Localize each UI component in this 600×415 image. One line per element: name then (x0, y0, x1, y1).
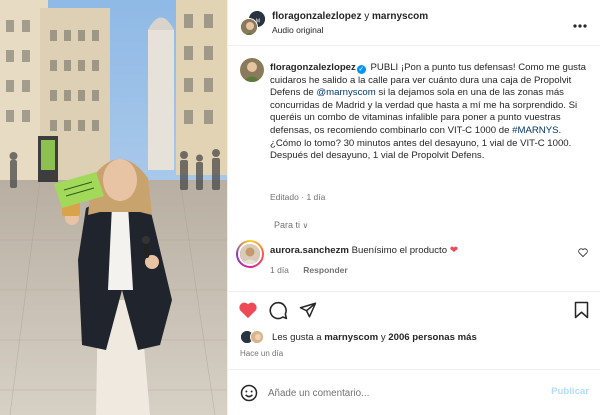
likes-prefix: Les gusta a (272, 332, 322, 343)
comment-input[interactable] (268, 384, 538, 402)
liker-avatar-2 (250, 330, 264, 344)
caption-username[interactable]: floragonzalezlopez (270, 62, 356, 73)
heart-filled-icon (239, 302, 257, 319)
comment-avatar[interactable] (236, 240, 264, 268)
post-details-panel: M floragonzalezlopez y marnyscom Audio o… (227, 0, 600, 415)
comment-body: Buenísimo el producto (351, 245, 448, 256)
user-photo-icon (240, 58, 264, 82)
for-you-label: Para ti (274, 220, 301, 230)
verified-badge-icon: ✓ (356, 65, 366, 74)
bookmark-icon (574, 301, 589, 319)
user-photo-icon (241, 19, 257, 35)
edited-label: Editado (270, 192, 299, 202)
header-joiner: y (364, 11, 370, 22)
comment-meta: 1 día Responder (270, 265, 348, 275)
comment-text: aurora.sanchezm Buenísimo el producto ❤ (270, 245, 458, 256)
likes-count[interactable]: 2006 personas más (388, 332, 477, 343)
caption-text: floragonzalezlopez ✓ PUBLI ¡Pon a punto t… (270, 62, 586, 163)
publish-button[interactable]: Publicar (551, 386, 589, 397)
video-frame-illustration (0, 0, 227, 415)
post-header: M floragonzalezlopez y marnyscom Audio o… (228, 0, 600, 46)
share-button[interactable] (299, 301, 317, 322)
more-options-button[interactable] (573, 15, 587, 31)
comment-button[interactable] (269, 301, 288, 323)
caption-time: 1 día (306, 192, 326, 202)
chevron-down-icon: ∨ (302, 221, 309, 230)
meta-dot: · (301, 192, 305, 202)
user-photo-icon (240, 244, 260, 264)
collab-usernames: floragonzalezlopez y marnyscom (272, 11, 428, 22)
instagram-post: M floragonzalezlopez y marnyscom Audio o… (0, 0, 600, 415)
post-video[interactable] (0, 0, 227, 415)
caption-meta: Editado · 1 día (270, 192, 325, 202)
likes-joiner: y (380, 332, 386, 343)
save-button[interactable] (574, 301, 589, 322)
reply-button[interactable]: Responder (303, 265, 347, 275)
like-button[interactable] (238, 301, 258, 322)
caption-avatar[interactable] (240, 58, 264, 82)
header-username-primary[interactable]: floragonzalezlopez (272, 11, 361, 22)
heart-outline-icon (578, 248, 588, 258)
avatar-floragonzalezlopez (240, 18, 258, 36)
likes-user[interactable]: marnyscom (324, 332, 378, 343)
red-heart-emoji-icon: ❤ (449, 245, 459, 256)
audio-label[interactable]: Audio original (272, 25, 324, 35)
comment-username[interactable]: aurora.sanchezm (270, 245, 349, 256)
post-date: Hace un día (240, 349, 284, 358)
more-horizontal-icon (573, 24, 587, 28)
caption-hashtag[interactable]: #MARNYS (512, 125, 558, 136)
emoji-icon (240, 384, 258, 402)
comment-item: aurora.sanchezm Buenísimo el producto ❤ … (236, 240, 590, 280)
emoji-button[interactable] (240, 384, 258, 405)
user-photo-icon (251, 331, 263, 343)
comment-time: 1 día (270, 265, 289, 275)
post-actions-bar (228, 291, 600, 327)
add-comment-bar: Publicar (228, 369, 600, 415)
paper-plane-icon (299, 302, 317, 318)
comment-like-button[interactable] (578, 248, 588, 260)
header-username-secondary[interactable]: marnyscom (372, 11, 428, 22)
likes-text: Les gusta a marnyscom y 2006 personas má… (272, 332, 477, 343)
collab-avatars[interactable]: M (240, 10, 266, 36)
caption-mention[interactable]: @marnyscom (316, 87, 375, 98)
speech-bubble-icon (269, 301, 288, 320)
for-you-dropdown[interactable]: Para ti ∨ (274, 220, 308, 230)
